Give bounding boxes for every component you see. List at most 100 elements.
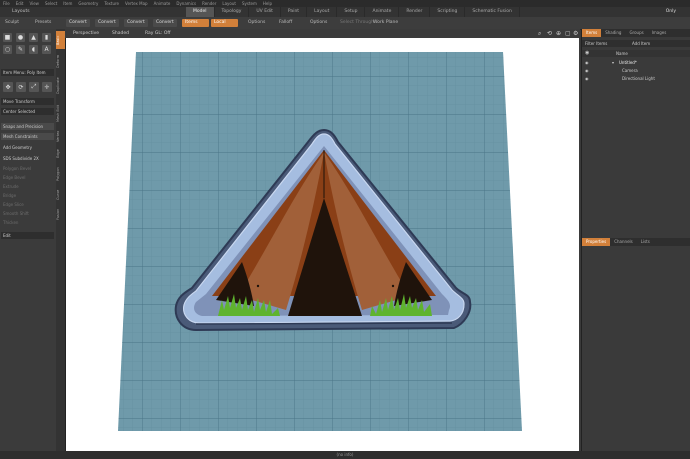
list-item-untitled[interactable]: ◉ ▾ Untitled* bbox=[582, 59, 690, 66]
viewport-search-icon[interactable]: ⌕ bbox=[538, 29, 541, 38]
tab-curve[interactable]: Curve bbox=[56, 187, 65, 203]
capsule-icon[interactable]: ◖ bbox=[29, 45, 38, 54]
edge-slice-button[interactable]: Edge Slice bbox=[1, 201, 54, 208]
tab-topology[interactable]: Topology bbox=[215, 7, 250, 17]
torus-icon[interactable]: ○ bbox=[3, 45, 12, 54]
tab-edge[interactable]: Edge bbox=[56, 147, 65, 161]
presets-button[interactable]: Presets bbox=[32, 19, 54, 27]
tab-layout[interactable]: Layout bbox=[307, 7, 338, 17]
tab-duplicate[interactable]: Duplicate bbox=[56, 73, 65, 99]
view-type-dropdown[interactable]: Perspective bbox=[73, 29, 99, 38]
convert-button-3[interactable]: Convert bbox=[124, 19, 148, 27]
convert-button-1[interactable]: Convert bbox=[66, 19, 90, 27]
viewport-settings-icon[interactable]: ⚙ bbox=[573, 29, 578, 38]
menu-dynamics[interactable]: Dynamics bbox=[173, 0, 199, 7]
tab-schematic-fusion[interactable]: Schematic Fusion bbox=[465, 7, 520, 17]
tab-setup[interactable]: Setup bbox=[337, 7, 366, 17]
tab-images[interactable]: Images bbox=[648, 29, 671, 37]
tab-model[interactable]: Model bbox=[186, 7, 215, 17]
tab-uv-edit[interactable]: UV Edit bbox=[249, 7, 281, 17]
text-tool-icon[interactable]: A bbox=[42, 45, 51, 54]
filter-items-dropdown[interactable]: Filter Items bbox=[585, 40, 607, 47]
transform-tool-icon[interactable]: ✛ bbox=[42, 82, 52, 92]
bridge-button[interactable]: Bridge bbox=[1, 192, 54, 199]
snaps-precision-button[interactable]: Snaps and Precision bbox=[1, 123, 54, 130]
visibility-eye-icon[interactable]: ◉ bbox=[585, 75, 589, 82]
sphere-icon[interactable]: ● bbox=[16, 33, 25, 42]
cone-icon[interactable]: ▲ bbox=[29, 33, 38, 42]
move-transform-dropdown[interactable]: Move Transform bbox=[1, 98, 54, 105]
viewport-rotate-icon[interactable]: ⟲ bbox=[547, 29, 552, 38]
menu-layout[interactable]: Layout bbox=[219, 0, 239, 7]
menu-help[interactable]: Help bbox=[260, 0, 275, 7]
menu-texture[interactable]: Texture bbox=[101, 0, 122, 7]
convert-button-4[interactable]: Convert bbox=[153, 19, 177, 27]
tab-render[interactable]: Render bbox=[399, 7, 431, 17]
work-plane-button[interactable]: Work Plane bbox=[370, 19, 401, 27]
raygl-toggle[interactable]: Ray GL: Off bbox=[145, 29, 170, 38]
shading-dropdown[interactable]: Shaded bbox=[112, 29, 129, 38]
tab-deform[interactable]: Deform bbox=[56, 51, 65, 71]
only-toggle[interactable]: Only bbox=[666, 8, 676, 16]
tab-properties[interactable]: Properties bbox=[582, 238, 611, 246]
options-button-1[interactable]: Options bbox=[245, 19, 268, 27]
tab-basic[interactable]: Basic bbox=[56, 31, 65, 49]
menu-select[interactable]: Select bbox=[42, 0, 60, 7]
expand-arrow-icon[interactable]: ▾ bbox=[612, 59, 614, 66]
polygon-bevel-button[interactable]: Polygon Bevel bbox=[1, 165, 54, 172]
edge-bevel-button[interactable]: Edge Bevel bbox=[1, 174, 54, 181]
menu-render[interactable]: Render bbox=[199, 0, 219, 7]
tab-fusion[interactable]: Fusion bbox=[56, 205, 65, 223]
list-item-camera[interactable]: ◉ Camera bbox=[582, 67, 690, 74]
cube-icon[interactable]: ■ bbox=[3, 33, 12, 42]
viewport-zoom-icon[interactable]: ⊕ bbox=[556, 29, 561, 38]
tab-scripting[interactable]: Scripting bbox=[430, 7, 466, 17]
viewport-3d[interactable] bbox=[65, 38, 579, 451]
scale-tool-icon[interactable]: ⤢ bbox=[29, 82, 39, 92]
center-selected-dropdown[interactable]: Center Selected bbox=[1, 108, 54, 115]
thicken-button[interactable]: Thicken bbox=[1, 219, 54, 226]
viewport-maximize-icon[interactable]: ▢ bbox=[565, 29, 571, 38]
convert-button-2[interactable]: Convert bbox=[95, 19, 119, 27]
menu-animate[interactable]: Animate bbox=[151, 0, 174, 7]
item-menu-dropdown[interactable]: Item Menu: Poly Item bbox=[1, 69, 54, 76]
visibility-eye-icon[interactable]: ◉ bbox=[585, 59, 589, 66]
list-item-directional-light[interactable]: ◉ Directional Light bbox=[582, 75, 690, 82]
add-geometry-button[interactable]: Add Geometry bbox=[1, 144, 54, 151]
rotate-tool-icon[interactable]: ⟳ bbox=[16, 82, 26, 92]
tab-animate[interactable]: Animate bbox=[365, 7, 400, 17]
tab-groups[interactable]: Groups bbox=[625, 29, 647, 37]
menu-edit[interactable]: Edit bbox=[13, 0, 27, 7]
options-button-2[interactable]: Options bbox=[307, 19, 330, 27]
tab-vertex[interactable]: Vertex bbox=[56, 127, 65, 145]
local-button[interactable]: Local bbox=[211, 19, 238, 27]
falloff-button[interactable]: Falloff bbox=[276, 19, 295, 27]
menu-view[interactable]: View bbox=[26, 0, 42, 7]
sculpt-button[interactable]: Sculpt bbox=[2, 19, 22, 27]
cylinder-icon[interactable]: ▮ bbox=[42, 33, 51, 42]
right-panel: Items Shading Groups Images Filter Items… bbox=[581, 29, 690, 451]
tab-polygon[interactable]: Polygon bbox=[56, 163, 65, 185]
items-button[interactable]: Items bbox=[182, 19, 209, 27]
tab-items[interactable]: Items bbox=[582, 29, 602, 37]
mesh-constraints-button[interactable]: Mesh Constraints bbox=[1, 133, 54, 140]
edit-dropdown[interactable]: Edit bbox=[1, 232, 54, 239]
tab-channels[interactable]: Channels bbox=[610, 238, 637, 246]
visibility-eye-icon[interactable]: ◉ bbox=[585, 67, 589, 74]
add-item-button[interactable]: Add Item bbox=[632, 40, 650, 47]
menu-file[interactable]: File bbox=[0, 0, 13, 7]
move-tool-icon[interactable]: ✥ bbox=[3, 82, 13, 92]
layouts-dropdown[interactable]: Layouts bbox=[12, 7, 30, 17]
pen-icon[interactable]: ✎ bbox=[16, 45, 25, 54]
menu-geometry[interactable]: Geometry bbox=[75, 0, 101, 7]
tab-mesh-edit[interactable]: Mesh Edit bbox=[56, 101, 65, 125]
tab-lists[interactable]: Lists bbox=[637, 238, 654, 246]
extrude-button[interactable]: Extrude bbox=[1, 183, 54, 190]
menu-item[interactable]: Item bbox=[60, 0, 75, 7]
tab-paint[interactable]: Paint bbox=[281, 7, 308, 17]
smooth-shift-button[interactable]: Smooth Shift bbox=[1, 210, 54, 217]
tab-shading[interactable]: Shading bbox=[601, 29, 625, 37]
sds-subdivide-button[interactable]: SDS Subdivide 2X bbox=[1, 155, 54, 162]
menu-system[interactable]: System bbox=[239, 0, 260, 7]
menu-vertex-map[interactable]: Vertex Map bbox=[122, 0, 151, 7]
